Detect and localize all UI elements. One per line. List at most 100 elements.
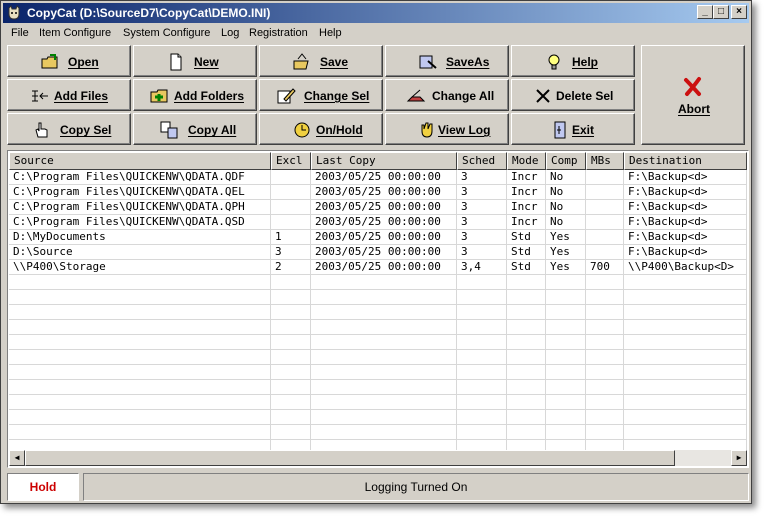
help-button[interactable]: Help [511,45,635,77]
cell-mode: Std [507,260,546,275]
add-folders-icon [150,87,170,105]
menu-item-configure[interactable]: Item Configure [39,27,111,39]
abort-button[interactable]: Abort [641,45,745,145]
cell-source [9,350,271,365]
cell-sched: 3 [457,170,507,185]
open-button[interactable]: Open [7,45,131,77]
table-row[interactable]: C:\Program Files\QUICKENW\QDATA.QPH 2003/… [9,200,747,215]
copy-sel-button[interactable]: Copy Sel [7,113,131,145]
change-all-icon [406,87,426,105]
exit-button[interactable]: Exit [511,113,635,145]
empty-table-row[interactable] [9,395,747,410]
change-sel-button[interactable]: Change Sel [259,79,383,111]
cell-mode: Incr [507,215,546,230]
scroll-right-arrow-icon[interactable]: ▶ [731,450,747,466]
change-all-button[interactable]: Change All [385,79,509,111]
add-folders-button[interactable]: Add Folders [133,79,257,111]
cell-sched: 3 [457,215,507,230]
cell-last-copy [311,290,457,305]
cell-destination: F:\Backup<d> [624,215,747,230]
copycat-app-icon [6,5,22,21]
title-bar[interactable]: CopyCat (D:\SourceD7\CopyCat\DEMO.INI) _… [3,3,749,23]
menu-registration[interactable]: Registration [249,27,308,39]
saveas-label: SaveAs [446,55,490,69]
empty-table-row[interactable] [9,290,747,305]
menu-help[interactable]: Help [319,27,342,39]
cell-destination [624,365,747,380]
cell-excl [271,425,311,440]
minimize-button[interactable]: _ [697,5,713,19]
menu-system-configure[interactable]: System Configure [123,27,210,39]
table-row[interactable]: \\P400\Storage 2 2003/05/25 00:00:00 3,4 Std… [9,260,747,275]
exit-label: Exit [572,123,595,137]
add-files-icon [30,87,50,105]
cell-source [9,320,271,335]
empty-table-row[interactable] [9,305,747,320]
empty-table-row[interactable] [9,350,747,365]
cell-source: C:\Program Files\QUICKENW\QDATA.QDF [9,170,271,185]
view-log-button[interactable]: View Log [385,113,509,145]
cell-destination [624,320,747,335]
hold-status-indicator[interactable]: Hold [7,473,79,501]
cell-excl [271,350,311,365]
save-button[interactable]: Save [259,45,383,77]
change-all-label: Change All [432,89,495,103]
cell-source [9,290,271,305]
column-header-mode[interactable]: Mode [507,152,546,170]
clock-icon [292,121,312,139]
cell-comp [546,320,586,335]
column-header-sched[interactable]: Sched [457,152,507,170]
menu-file[interactable]: File [11,27,29,39]
cell-destination [624,350,747,365]
empty-table-row[interactable] [9,320,747,335]
delete-x-icon [534,87,554,105]
cell-mbs [586,305,624,320]
cell-mode: Std [507,245,546,260]
delete-sel-label: Delete Sel [556,89,614,103]
empty-table-row[interactable] [9,365,747,380]
cell-destination [624,425,747,440]
on-hold-button[interactable]: On/Hold [259,113,383,145]
table-row[interactable]: D:\Source 3 2003/05/25 00:00:00 3 Std Yes F:\B… [9,245,747,260]
saveas-button[interactable]: SaveAs [385,45,509,77]
empty-table-row[interactable] [9,275,747,290]
cell-last-copy: 2003/05/25 00:00:00 [311,260,457,275]
backup-items-grid[interactable]: Source Excl Last Copy Sched Mode Comp MB… [7,150,749,468]
maximize-button[interactable]: □ [713,5,729,19]
scroll-thumb[interactable] [25,450,675,466]
cell-mode [507,320,546,335]
abort-label: Abort [678,102,710,116]
horizontal-scrollbar[interactable]: ◀ ▶ [9,450,747,466]
scroll-left-arrow-icon[interactable]: ◀ [9,450,25,466]
menu-log[interactable]: Log [221,27,239,39]
cell-mode: Incr [507,170,546,185]
copy-all-button[interactable]: Copy All [133,113,257,145]
cell-comp: No [546,170,586,185]
column-header-excl[interactable]: Excl [271,152,311,170]
cell-destination: \\P400\Backup<D> [624,260,747,275]
delete-sel-button[interactable]: Delete Sel [511,79,635,111]
column-header-last-copy[interactable]: Last Copy [311,152,457,170]
empty-table-row[interactable] [9,410,747,425]
cell-sched [457,425,507,440]
close-button[interactable]: × [731,5,747,19]
column-header-mbs[interactable]: MBs [586,152,624,170]
table-row[interactable]: C:\Program Files\QUICKENW\QDATA.QDF 2003/… [9,170,747,185]
copy-all-label: Copy All [188,123,237,137]
column-header-comp[interactable]: Comp [546,152,586,170]
empty-table-row[interactable] [9,335,747,350]
empty-table-row[interactable] [9,425,747,440]
table-row[interactable]: D:\MyDocuments 1 2003/05/25 00:00:00 3 Std Ye… [9,230,747,245]
empty-table-row[interactable] [9,380,747,395]
new-button[interactable]: New [133,45,257,77]
edit-pencil-icon [276,87,296,105]
cell-comp [546,335,586,350]
table-row[interactable]: C:\Program Files\QUICKENW\QDATA.QSD 2003/… [9,215,747,230]
cell-mbs: 700 [586,260,624,275]
column-header-destination[interactable]: Destination [624,152,747,170]
add-files-button[interactable]: Add Files [7,79,131,111]
column-header-source[interactable]: Source [9,152,271,170]
cell-excl [271,395,311,410]
cell-mode: Incr [507,185,546,200]
table-row[interactable]: C:\Program Files\QUICKENW\QDATA.QEL 2003/… [9,185,747,200]
